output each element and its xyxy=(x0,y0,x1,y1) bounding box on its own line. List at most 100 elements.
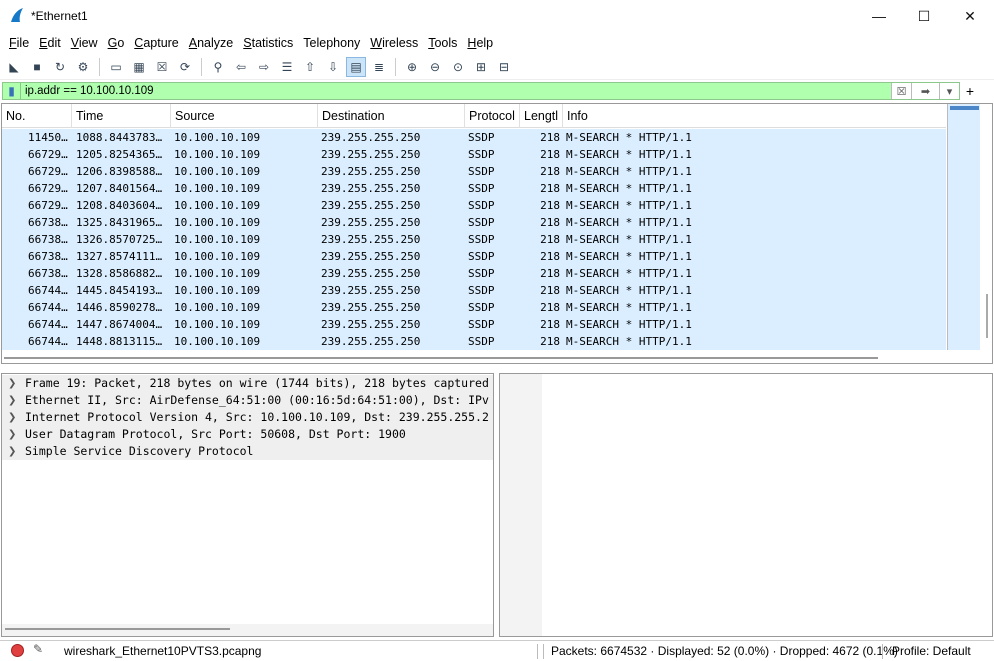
capture-comment-icon[interactable]: ✎ xyxy=(33,642,43,656)
go-first-button[interactable]: ⇧ xyxy=(300,57,320,77)
find-packet-button[interactable]: ⚲ xyxy=(208,57,228,77)
go-forward-button[interactable]: ⇨ xyxy=(254,57,274,77)
menu-tools[interactable]: Tools xyxy=(423,36,462,50)
menu-view[interactable]: View xyxy=(66,36,103,50)
cell-proto: SSDP xyxy=(468,165,495,178)
expert-info-led-icon[interactable] xyxy=(11,644,24,657)
go-to-packet-button[interactable]: ☰ xyxy=(277,57,297,77)
table-row[interactable]: 66738… 1326.8570725… 10.100.10.109 239.255.… xyxy=(2,231,946,248)
menu-file[interactable]: File xyxy=(4,36,34,50)
menu-edit[interactable]: Edit xyxy=(34,36,66,50)
packet-counts: Packets: 6674532 · Displayed: 52 (0.0%) … xyxy=(551,644,898,658)
layout-button[interactable]: ⊟ xyxy=(494,57,514,77)
resize-columns-button[interactable]: ⊞ xyxy=(471,57,491,77)
maximize-button[interactable]: ☐ xyxy=(901,0,947,32)
autoscroll-button[interactable]: ▤ xyxy=(346,56,366,77)
shark-fin-start-icon: ◣ xyxy=(9,59,19,74)
details-scrollbar-thumb[interactable] xyxy=(5,628,230,630)
table-row[interactable]: 66729… 1205.8254365… 10.100.10.109 239.255.… xyxy=(2,146,946,163)
cell-len: 218 xyxy=(540,165,560,178)
table-row[interactable]: 66738… 1327.8574111… 10.100.10.109 239.255.… xyxy=(2,248,946,265)
packet-bytes-pane xyxy=(499,373,993,637)
column-header-no[interactable]: No. xyxy=(2,104,72,128)
filter-bookmark-icon[interactable]: ▮ xyxy=(3,83,21,99)
menu-telephony[interactable]: Telephony xyxy=(298,36,365,50)
cell-len: 218 xyxy=(540,148,560,161)
close-button[interactable]: ✕ xyxy=(947,0,993,32)
column-header-source[interactable]: Source xyxy=(171,104,318,128)
profile-switcher[interactable]: Profile: Default xyxy=(892,644,971,658)
menu-capture[interactable]: Capture xyxy=(129,36,183,50)
cell-info: M-SEARCH * HTTP/1.1 xyxy=(566,199,692,212)
menu-help[interactable]: Help xyxy=(462,36,498,50)
table-row[interactable]: 66744… 1447.8674004… 10.100.10.109 239.255.… xyxy=(2,316,946,333)
go-last-button[interactable]: ⇩ xyxy=(323,57,343,77)
chevron-right-icon[interactable]: ❯ xyxy=(8,426,18,443)
detail-tree-item[interactable]: ❯ Ethernet II, Src: AirDefense_64:51:00 (… xyxy=(2,392,493,409)
apply-filter-button[interactable]: ➡ xyxy=(911,83,939,99)
chevron-right-icon[interactable]: ❯ xyxy=(8,443,18,460)
capture-options-button[interactable]: ⚙ xyxy=(73,57,93,77)
menu-accelerator: F xyxy=(9,36,17,50)
clear-filter-button[interactable]: ☒ xyxy=(891,83,911,99)
cell-time: 1207.8401564… xyxy=(76,182,163,195)
close-icon: ✕ xyxy=(964,7,976,24)
detail-tree-item[interactable]: ❯ Simple Service Discovery Protocol xyxy=(2,443,493,460)
restart-capture-icon: ↻ xyxy=(54,59,66,74)
table-row[interactable]: 66744… 1445.8454193… 10.100.10.109 239.255.… xyxy=(2,282,946,299)
menu-wireless[interactable]: Wireless xyxy=(365,36,423,50)
cell-proto: SSDP xyxy=(468,131,495,144)
shark-fin-start-button[interactable]: ◣ xyxy=(4,57,24,77)
close-file-button[interactable]: ☒ xyxy=(152,57,172,77)
horizontal-scrollbar-thumb[interactable] xyxy=(4,357,878,359)
details-horizontal-scrollbar[interactable] xyxy=(2,624,493,636)
colorize-button[interactable]: ≣ xyxy=(369,57,389,77)
recent-filters-dropdown[interactable]: ▾ xyxy=(939,83,959,99)
title-bar: *Ethernet1 — ☐ ✕ xyxy=(0,0,994,32)
vertical-scrollbar[interactable] xyxy=(981,104,992,363)
table-row[interactable]: 66744… 1448.8813115… 10.100.10.109 239.255.… xyxy=(2,333,946,350)
table-row[interactable]: 66738… 1325.8431965… 10.100.10.109 239.255.… xyxy=(2,214,946,231)
open-file-button[interactable]: ▭ xyxy=(106,57,126,77)
horizontal-scrollbar[interactable] xyxy=(2,353,946,363)
menu-go[interactable]: Go xyxy=(103,36,130,50)
restart-capture-button[interactable]: ↻ xyxy=(50,57,70,77)
column-header-protocol[interactable]: Protocol xyxy=(465,104,520,128)
detail-tree-item[interactable]: ❯ Internet Protocol Version 4, Src: 10.10… xyxy=(2,409,493,426)
stop-capture-button[interactable]: ■ xyxy=(27,57,47,77)
table-row[interactable]: 66729… 1208.8403604… 10.100.10.109 239.255.… xyxy=(2,197,946,214)
column-header-length[interactable]: Lengtl xyxy=(520,104,563,128)
packet-list-minimap[interactable] xyxy=(947,104,980,350)
table-row[interactable]: 11450… 1088.8443783… 10.100.10.109 239.255.… xyxy=(2,129,946,146)
column-header-destination[interactable]: Destination xyxy=(318,104,465,128)
column-header-time[interactable]: Time xyxy=(72,104,171,128)
menu-analyze[interactable]: Analyze xyxy=(184,36,238,50)
go-back-button[interactable]: ⇦ xyxy=(231,57,251,77)
zoom-out-button[interactable]: ⊖ xyxy=(425,57,445,77)
cell-time: 1326.8570725… xyxy=(76,233,163,246)
column-header-info[interactable]: Info xyxy=(563,104,946,128)
add-filter-button[interactable]: + xyxy=(963,82,977,100)
zoom-normal-button[interactable]: ⊙ xyxy=(448,57,468,77)
save-file-button[interactable]: ▦ xyxy=(129,57,149,77)
go-to-packet-icon: ☰ xyxy=(281,59,293,74)
table-row[interactable]: 66738… 1328.8586882… 10.100.10.109 239.255.… xyxy=(2,265,946,282)
table-row[interactable]: 66729… 1207.8401564… 10.100.10.109 239.255.… xyxy=(2,180,946,197)
table-row[interactable]: 66744… 1446.8590278… 10.100.10.109 239.255.… xyxy=(2,299,946,316)
maximize-icon: ☐ xyxy=(917,7,931,24)
cell-dst: 239.255.255.250 xyxy=(321,250,421,263)
zoom-in-button[interactable]: ⊕ xyxy=(402,57,422,77)
chevron-right-icon[interactable]: ❯ xyxy=(8,409,18,426)
chevron-right-icon[interactable]: ❯ xyxy=(8,392,18,409)
detail-tree-item[interactable]: ❯ Frame 19: Packet, 218 bytes on wire (17… xyxy=(2,375,493,392)
minimize-button[interactable]: — xyxy=(856,0,902,32)
vertical-scrollbar-thumb[interactable] xyxy=(986,294,988,338)
display-filter-input[interactable] xyxy=(21,83,891,99)
chevron-right-icon[interactable]: ❯ xyxy=(8,375,18,392)
reload-file-button[interactable]: ⟳ xyxy=(175,57,195,77)
detail-tree-item[interactable]: ❯ User Datagram Protocol, Src Port: 50608… xyxy=(2,426,493,443)
cell-info: M-SEARCH * HTTP/1.1 xyxy=(566,267,692,280)
menu-statistics[interactable]: Statistics xyxy=(238,36,298,50)
menu-label: o xyxy=(117,36,125,50)
table-row[interactable]: 66729… 1206.8398588… 10.100.10.109 239.255.… xyxy=(2,163,946,180)
